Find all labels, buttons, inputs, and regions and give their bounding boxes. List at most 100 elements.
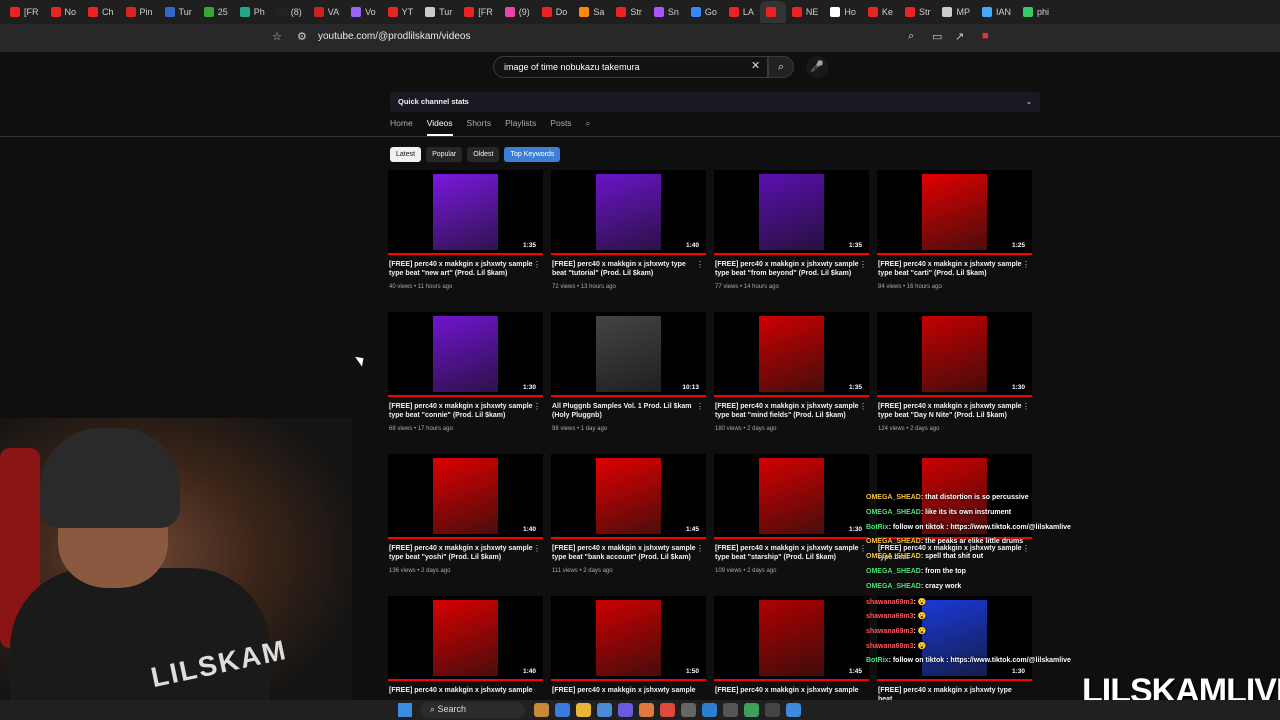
video-thumbnail[interactable]: 1:25	[877, 170, 1032, 255]
video-card[interactable]: 1:40 [FREE] perc40 x makkgin x jshxwty sa…	[388, 454, 543, 588]
video-card[interactable]: 1:30 [FREE] perc40 x makkgin x jshxwty sa…	[714, 454, 869, 588]
video-title[interactable]: [FREE] perc40 x makkgin x jshxwty type b…	[878, 686, 1023, 700]
video-card[interactable]: 1:40 [FREE] perc40 x makkgin x jshxwty sa…	[388, 596, 543, 700]
more-options-icon[interactable]: ⋮	[696, 402, 704, 411]
chip-oldest[interactable]: Oldest	[467, 147, 500, 162]
search-button[interactable]: ⌕	[768, 56, 794, 78]
more-options-icon[interactable]: ⋮	[696, 544, 704, 553]
video-title[interactable]: [FREE] perc40 x makkgin x jshxwty sample…	[389, 260, 534, 278]
browser-tab[interactable]: (9)	[499, 1, 536, 23]
browser-tab[interactable]: Ho	[824, 1, 862, 23]
video-title[interactable]: [FREE] perc40 x makkgin x jshxwty sample…	[389, 544, 534, 562]
search-input[interactable]: image of time nobukazu takemura	[493, 56, 768, 78]
browser-tab[interactable]: LA	[723, 1, 760, 23]
video-thumbnail[interactable]: 10:13	[551, 312, 706, 397]
browser-tab[interactable]: [FR	[458, 1, 499, 23]
more-options-icon[interactable]: ⋮	[533, 402, 541, 411]
video-title[interactable]: [FREE] perc40 x makkgin x jshxwty sample…	[715, 260, 860, 278]
browser-tab[interactable]: Ch	[82, 1, 120, 23]
taskbar-app-icon[interactable]	[597, 703, 612, 717]
taskbar-app-icon[interactable]	[681, 703, 696, 717]
browser-tab[interactable]: Go	[685, 1, 723, 23]
browser-tab[interactable]: Str	[899, 1, 937, 23]
browser-tab[interactable]: YT	[382, 1, 420, 23]
browser-tab[interactable]: Str	[610, 1, 648, 23]
chip-top-keywords[interactable]: Top Keywords	[504, 147, 561, 162]
more-options-icon[interactable]: ⋮	[533, 260, 541, 269]
video-title[interactable]: [FREE] perc40 x makkgin x jshxwty sample	[389, 686, 534, 695]
more-options-icon[interactable]: ⋮	[696, 260, 704, 269]
microphone-icon[interactable]: 🎤	[806, 56, 828, 78]
taskbar-app-icon[interactable]	[786, 703, 801, 717]
browser-tab[interactable]: Ph	[234, 1, 271, 23]
more-options-icon[interactable]: ⋮	[859, 402, 867, 411]
more-options-icon[interactable]: ⋮	[1022, 260, 1030, 269]
browser-tab[interactable]: 25	[198, 1, 234, 23]
browser-tab[interactable]: VA	[308, 1, 345, 23]
browser-tab[interactable]: Sn	[648, 1, 685, 23]
video-card[interactable]: 1:30 [FREE] perc40 x makkgin x jshxwty sa…	[388, 312, 543, 446]
taskbar-app-icon[interactable]	[534, 703, 549, 717]
file-explorer-icon[interactable]	[576, 703, 591, 717]
taskbar-app-icon[interactable]	[555, 703, 570, 717]
taskbar-app-icon[interactable]	[618, 703, 633, 717]
browser-tab[interactable]: NE	[786, 1, 825, 23]
share-icon[interactable]: ↗	[955, 30, 964, 43]
brave-icon[interactable]	[660, 703, 675, 717]
browser-tab[interactable]: Pin	[120, 1, 159, 23]
browser-tab[interactable]: Vo	[345, 1, 382, 23]
video-card[interactable]: 1:35 [FREE] perc40 x makkgin x jshxwty sa…	[714, 170, 869, 304]
video-thumbnail[interactable]: 1:40	[388, 596, 543, 681]
video-card[interactable]: 10:13 All Pluggnb Samples Vol. 1 Prod. Li…	[551, 312, 706, 446]
video-title[interactable]: [FREE] perc40 x makkgin x jshxwty type b…	[552, 260, 697, 278]
more-options-icon[interactable]: ⋮	[1022, 402, 1030, 411]
video-card[interactable]: 1:35 [FREE] perc40 x makkgin x jshxwty sa…	[388, 170, 543, 304]
browser-tab[interactable]: phi	[1017, 1, 1055, 23]
video-thumbnail[interactable]: 1:30	[877, 312, 1032, 397]
url-field[interactable]: youtube.com/@prodlilskam/videos	[318, 31, 470, 42]
clear-search-icon[interactable]: ✕	[751, 59, 760, 72]
taskbar-app-icon[interactable]	[744, 703, 759, 717]
video-thumbnail[interactable]: 1:45	[714, 596, 869, 681]
chevron-down-icon[interactable]: ⌄	[1026, 97, 1032, 107]
tab-shorts[interactable]: Shorts	[467, 118, 492, 136]
tab-videos[interactable]: Videos	[426, 118, 453, 136]
windows-start-icon[interactable]	[398, 703, 412, 717]
browser-tab[interactable]: IAN	[976, 1, 1017, 23]
video-card[interactable]: 1:30 [FREE] perc40 x makkgin x jshxwty sa…	[877, 312, 1032, 446]
video-thumbnail[interactable]: 1:35	[388, 170, 543, 255]
site-info-icon[interactable]: ⚙	[297, 30, 307, 43]
extension-icon[interactable]: ■	[982, 30, 989, 42]
browser-tab[interactable]: Sa	[573, 1, 610, 23]
taskbar-app-icon[interactable]	[639, 703, 654, 717]
video-title[interactable]: [FREE] perc40 x makkgin x jshxwty sample	[715, 686, 860, 695]
browser-tab[interactable]: (8)	[271, 1, 308, 23]
tab-home[interactable]: Home	[390, 118, 413, 136]
video-title[interactable]: [FREE] perc40 x makkgin x jshxwty sample	[552, 686, 697, 695]
video-title[interactable]: [FREE] perc40 x makkgin x jshxwty sample…	[389, 402, 534, 420]
video-title[interactable]: [FREE] perc40 x makkgin x jshxwty sample…	[878, 402, 1023, 420]
video-thumbnail[interactable]: 1:45	[551, 454, 706, 539]
browser-tab[interactable]: No	[45, 1, 83, 23]
video-thumbnail[interactable]: 1:30	[714, 454, 869, 539]
video-card[interactable]: 1:25 [FREE] perc40 x makkgin x jshxwty sa…	[877, 170, 1032, 304]
browser-tab[interactable]: MP	[936, 1, 976, 23]
video-thumbnail[interactable]: 1:35	[714, 312, 869, 397]
more-options-icon[interactable]: ⋮	[859, 260, 867, 269]
more-options-icon[interactable]: ⋮	[533, 544, 541, 553]
steam-icon[interactable]	[702, 703, 717, 717]
taskbar-app-icon[interactable]	[723, 703, 738, 717]
zoom-icon[interactable]: ⌕	[908, 30, 914, 43]
browser-tab[interactable]	[759, 1, 786, 23]
video-title[interactable]: [FREE] perc40 x makkgin x jshxwty sample…	[715, 402, 860, 420]
chip-latest[interactable]: Latest	[390, 147, 422, 162]
taskbar-app-icon[interactable]	[765, 703, 780, 717]
video-title[interactable]: [FREE] perc40 x makkgin x jshxwty sample…	[552, 544, 697, 562]
browser-tab[interactable]: Tur	[419, 1, 458, 23]
video-card[interactable]: 1:40 [FREE] perc40 x makkgin x jshxwty ty…	[551, 170, 706, 304]
browser-tab[interactable]: Ke	[862, 1, 899, 23]
video-thumbnail[interactable]: 1:30	[388, 312, 543, 397]
video-card[interactable]: 1:35 [FREE] perc40 x makkgin x jshxwty sa…	[714, 312, 869, 446]
video-title[interactable]: [FREE] perc40 x makkgin x jshxwty sample…	[715, 544, 860, 562]
chip-popular[interactable]: Popular	[426, 147, 463, 162]
